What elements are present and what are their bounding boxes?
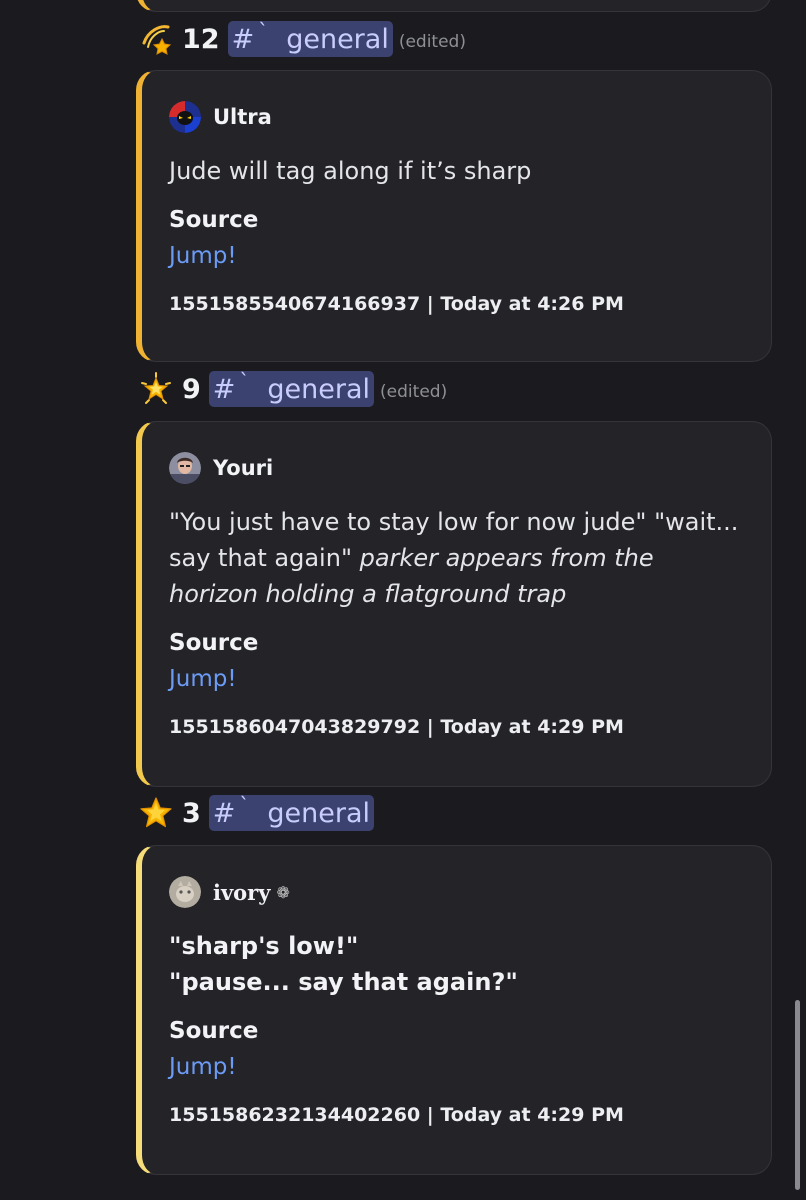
glowing-star-icon <box>136 369 176 409</box>
channel-hash-icon: # <box>231 23 255 55</box>
star-count: 3 <box>182 797 201 829</box>
channel-tick: ˋ <box>239 793 250 817</box>
edited-label: (edited) <box>380 382 448 402</box>
channel-mention-general[interactable]: # ˋ general <box>208 369 375 407</box>
channel-name: general <box>267 373 371 405</box>
field-name-source: Source <box>169 630 259 656</box>
channel-tick: ˋ <box>258 19 269 43</box>
channel-hash-icon: # <box>212 373 236 405</box>
channel-mention-general[interactable]: # ˋ general <box>227 19 393 57</box>
embed-description: "sharp's low!" "pause... say that again?… <box>169 928 741 1000</box>
starboard-message-header: 9 # ˋ general (edited) <box>136 368 447 410</box>
embed-description: Jude will tag along if it’s sharp <box>169 157 532 185</box>
channel-name: general <box>286 23 389 55</box>
embed-author[interactable]: ivory ❁ <box>169 876 741 908</box>
starboard-message-header: 3 # ˋ general <box>136 792 375 834</box>
star-count: 12 <box>182 23 220 55</box>
embed-footer: 1551586047043829792 | Today at 4:29 PM <box>169 716 624 738</box>
starred-message-embed: Youri "You just have to stay low for now… <box>136 421 772 787</box>
channel-mention-general[interactable]: # ˋ general <box>208 793 375 831</box>
description-line: "sharp's low!" <box>169 932 359 960</box>
embed-footer: 1551586232134402260 | Today at 4:29 PM <box>169 1104 624 1126</box>
starred-message-embed: ivory ❁ "sharp's low!" "pause... say tha… <box>136 845 772 1175</box>
starboard-channel-view: 12 # ˋ general (edited) Ultra Jude will … <box>0 0 806 1200</box>
author-name[interactable]: Youri <box>213 456 273 480</box>
author-name[interactable]: Ultra <box>213 105 272 129</box>
jump-link[interactable]: Jump! <box>169 1054 237 1080</box>
star-count: 9 <box>182 373 201 405</box>
field-name-source: Source <box>169 1018 259 1044</box>
avatar[interactable] <box>169 101 201 133</box>
embed-description: "You just have to stay low for now jude"… <box>169 504 741 612</box>
avatar[interactable] <box>169 452 201 484</box>
starboard-message-header: 12 # ˋ general (edited) <box>136 18 466 60</box>
description-line: "pause... say that again?" <box>169 968 518 996</box>
scrollbar[interactable] <box>795 1000 800 1190</box>
starred-message-embed: Ultra Jude will tag along if it’s sharp … <box>136 70 772 362</box>
embed-author[interactable]: Youri <box>169 452 741 484</box>
previous-embed <box>136 0 772 12</box>
flower-icon: ❁ <box>276 882 290 902</box>
author-name[interactable]: ivory <box>213 880 270 905</box>
jump-link[interactable]: Jump! <box>169 243 237 269</box>
embed-author[interactable]: Ultra <box>169 101 741 133</box>
embed-footer: 1551585540674166937 | Today at 4:26 PM <box>169 293 624 315</box>
dizzy-star-icon <box>136 19 176 59</box>
field-name-source: Source <box>169 207 259 233</box>
edited-label: (edited) <box>398 32 466 52</box>
channel-hash-icon: # <box>212 797 236 829</box>
channel-tick: ˋ <box>239 369 250 393</box>
jump-link[interactable]: Jump! <box>169 666 237 692</box>
channel-name: general <box>267 797 371 829</box>
avatar[interactable] <box>169 876 201 908</box>
star-icon <box>136 793 176 833</box>
